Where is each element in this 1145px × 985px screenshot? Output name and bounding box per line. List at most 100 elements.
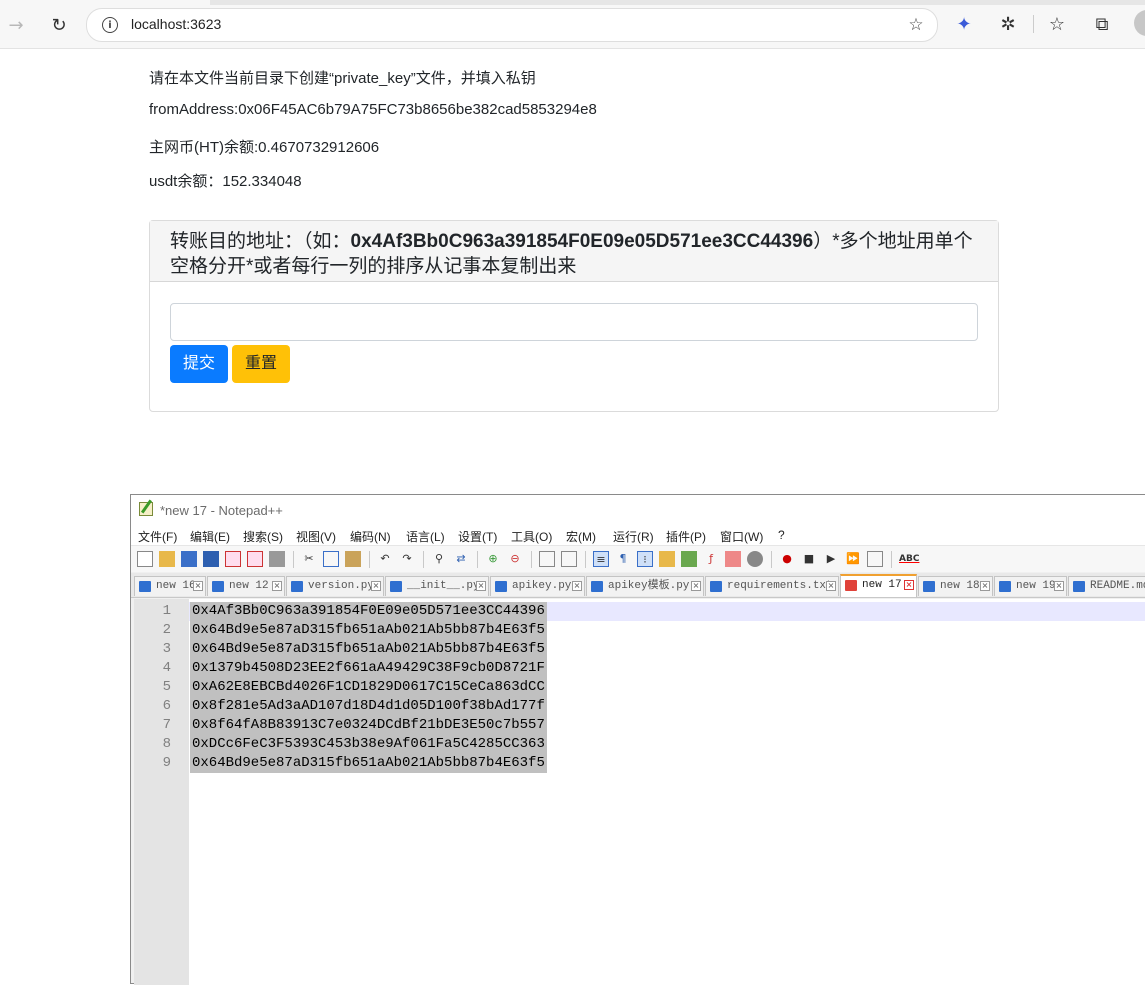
- code-line[interactable]: 0x64Bd9e5e87aD315fb651aAb021Ab5bb87b4E63…: [190, 640, 547, 659]
- run-macro-multiple-icon[interactable]: ⏩: [845, 551, 861, 567]
- function-list-icon[interactable]: ƒ: [703, 551, 719, 567]
- menu-tools[interactable]: 工具(O): [511, 528, 552, 545]
- close-file-icon[interactable]: [225, 551, 241, 567]
- code-line[interactable]: 0x64Bd9e5e87aD315fb651aAb021Ab5bb87b4E63…: [190, 754, 547, 773]
- tab-close-icon[interactable]: ×: [371, 581, 381, 591]
- doc-tab[interactable]: README.md: [1068, 576, 1145, 596]
- url-text[interactable]: localhost:3623: [131, 16, 221, 32]
- doc-tab-active[interactable]: new 17 ×: [840, 574, 917, 597]
- tab-close-icon[interactable]: ×: [826, 581, 836, 591]
- notepad-titlebar[interactable]: *new 17 - Notepad++: [131, 495, 1145, 525]
- word-wrap-icon[interactable]: ≡: [593, 551, 609, 567]
- doc-tab[interactable]: __init__.py ×: [385, 576, 489, 596]
- code-line[interactable]: 0x8f281e5Ad3aAD107d18D4d1d05D100f38bAd17…: [190, 697, 547, 716]
- tab-close-icon[interactable]: ×: [193, 581, 203, 591]
- menu-help[interactable]: ?: [778, 528, 785, 542]
- code-line[interactable]: 0xDCc6FeC3F5393C453b38e9Af061Fa5C4285CC3…: [190, 735, 547, 754]
- doc-tab[interactable]: new 18 ×: [918, 576, 993, 596]
- add-favorite-icon[interactable]: ☆: [905, 14, 927, 36]
- undo-icon[interactable]: ↶: [377, 551, 393, 567]
- menu-window[interactable]: 窗口(W): [720, 528, 763, 545]
- notepad-menubar: 文件(F) 编辑(E) 搜索(S) 视图(V) 编码(N) 语言(L) 设置(T…: [131, 525, 1145, 545]
- tab-close-icon[interactable]: ×: [904, 580, 914, 590]
- new-file-icon[interactable]: [137, 551, 153, 567]
- tab-close-icon[interactable]: ×: [691, 581, 701, 591]
- print-icon[interactable]: [269, 551, 285, 567]
- reload-button[interactable]: ↻: [46, 12, 72, 38]
- indent-guide-icon[interactable]: ⁝: [637, 551, 653, 567]
- tab-close-icon[interactable]: ×: [980, 581, 990, 591]
- doc-tab[interactable]: new 16 ×: [134, 576, 206, 596]
- stop-macro-icon[interactable]: ■: [801, 551, 817, 567]
- code-line[interactable]: 0xA62E8EBCBd4026F1CD1829D0617C15CeCa863d…: [190, 678, 547, 697]
- replace-icon[interactable]: ⇄: [453, 551, 469, 567]
- menu-macro[interactable]: 宏(M): [566, 528, 596, 545]
- favorites-icon[interactable]: ☆: [1044, 11, 1070, 37]
- menu-edit[interactable]: 编辑(E): [190, 528, 230, 545]
- code-line[interactable]: 0x1379b4508D23EE2f661aA49429C38F9cb0D872…: [190, 659, 547, 678]
- doc-tab[interactable]: new 19 ×: [994, 576, 1067, 596]
- zoom-out-icon[interactable]: ⊖: [507, 551, 523, 567]
- code-line[interactable]: 0x64Bd9e5e87aD315fb651aAb021Ab5bb87b4E63…: [190, 621, 547, 640]
- menu-run[interactable]: 运行(R): [613, 528, 654, 545]
- site-info-icon[interactable]: i: [102, 17, 118, 33]
- extension-icon[interactable]: ✦: [951, 11, 977, 37]
- save-icon[interactable]: [181, 551, 197, 567]
- doc-tab[interactable]: apikey.py ×: [490, 576, 585, 596]
- cut-icon[interactable]: ✂: [301, 551, 317, 567]
- redo-icon[interactable]: ↷: [399, 551, 415, 567]
- sync-horizontal-icon[interactable]: [561, 551, 577, 567]
- menu-encoding[interactable]: 编码(N): [350, 528, 391, 545]
- puzzle-extensions-icon[interactable]: ✲: [995, 11, 1021, 37]
- line-number: 7: [162, 717, 171, 733]
- transfer-card: 转账目的地址：（如：0x4Af3Bb0C963a391854F0E09e05D5…: [149, 220, 999, 412]
- doc-tab[interactable]: version.py ×: [286, 576, 384, 596]
- destination-address-input[interactable]: [170, 303, 978, 341]
- menu-settings[interactable]: 设置(T): [458, 528, 497, 545]
- doc-map-icon[interactable]: [681, 551, 697, 567]
- play-macro-icon[interactable]: ▶: [823, 551, 839, 567]
- find-icon[interactable]: ⚲: [431, 551, 447, 567]
- code-line[interactable]: 0x8f64fA8B83913C7e0324DCdBf21bDE3E50c7b5…: [190, 716, 547, 735]
- folder-workspace-icon[interactable]: [725, 551, 741, 567]
- forward-button[interactable]: →: [3, 12, 29, 38]
- tab-close-icon[interactable]: ×: [572, 581, 582, 591]
- monitoring-icon[interactable]: [747, 551, 763, 567]
- save-macro-icon[interactable]: [867, 551, 883, 567]
- sync-vertical-icon[interactable]: [539, 551, 555, 567]
- line-number: 4: [162, 660, 171, 676]
- menu-search[interactable]: 搜索(S): [243, 528, 283, 545]
- save-all-icon[interactable]: [203, 551, 219, 567]
- profile-avatar[interactable]: [1134, 10, 1145, 36]
- doc-tab-label: requirements.txt: [727, 580, 833, 592]
- menu-view[interactable]: 视图(V): [296, 528, 336, 545]
- toolbar-separator: [293, 551, 294, 568]
- submit-button[interactable]: 提交: [170, 345, 228, 383]
- collections-icon[interactable]: ⧉: [1089, 11, 1115, 37]
- tab-close-icon[interactable]: ×: [476, 581, 486, 591]
- doc-tab[interactable]: new 12 ×: [207, 576, 285, 596]
- doc-tab[interactable]: requirements.txt ×: [705, 576, 839, 596]
- record-macro-icon[interactable]: ●: [779, 551, 795, 567]
- spell-check-icon[interactable]: ABC: [899, 551, 919, 567]
- zoom-in-icon[interactable]: ⊕: [485, 551, 501, 567]
- address-bar[interactable]: i localhost:3623 ☆: [86, 8, 938, 42]
- doc-tab[interactable]: apikey模板.py ×: [586, 576, 704, 596]
- menu-file[interactable]: 文件(F): [138, 528, 177, 545]
- menu-plugins[interactable]: 插件(P): [666, 528, 706, 545]
- menu-language[interactable]: 语言(L): [406, 528, 445, 545]
- user-language-icon[interactable]: [659, 551, 675, 567]
- open-file-icon[interactable]: [159, 551, 175, 567]
- line-number: 5: [162, 679, 171, 695]
- show-all-chars-icon[interactable]: ¶: [615, 551, 631, 567]
- tab-close-icon[interactable]: ×: [272, 581, 282, 591]
- file-saved-icon: [710, 581, 722, 592]
- editor-area[interactable]: 1 2 3 4 5 6 7 8 9 0x4Af3Bb0C963a391854F0…: [134, 599, 1145, 985]
- file-saved-icon: [390, 581, 402, 592]
- copy-icon[interactable]: [323, 551, 339, 567]
- tab-close-icon[interactable]: ×: [1054, 581, 1064, 591]
- paste-icon[interactable]: [345, 551, 361, 567]
- code-line[interactable]: 0x4Af3Bb0C963a391854F0E09e05D571ee3CC443…: [190, 602, 547, 621]
- reset-button[interactable]: 重置: [232, 345, 290, 383]
- close-all-icon[interactable]: [247, 551, 263, 567]
